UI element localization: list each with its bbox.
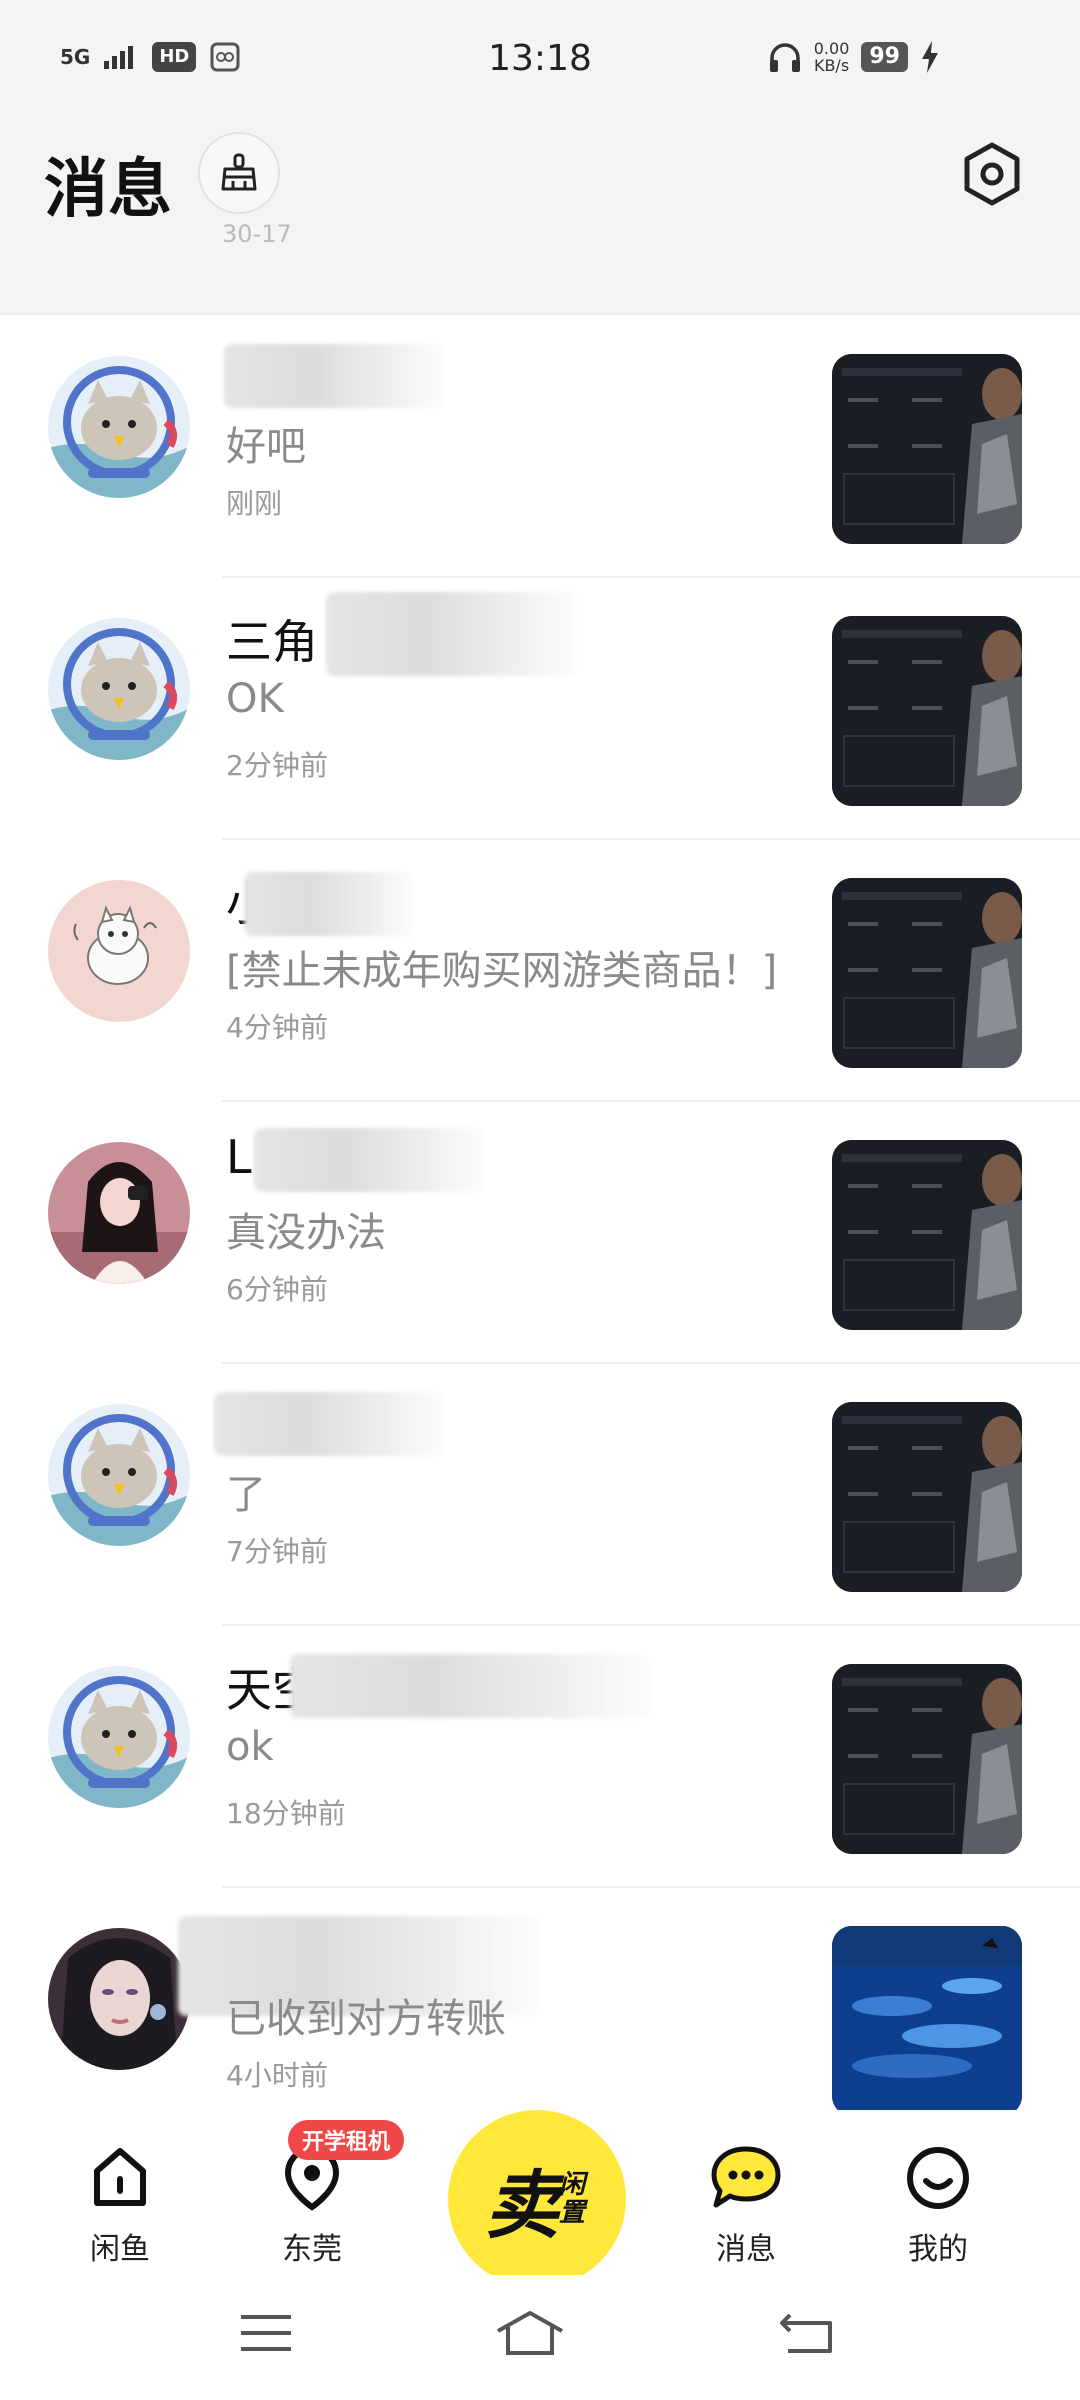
sell-label: 卖 (485, 2162, 559, 2249)
last-message: ok (226, 1724, 274, 1770)
conversation-item[interactable]: 好吧 刚刚 (0, 316, 1080, 578)
home-system-button[interactable] (490, 2303, 570, 2363)
page-title: 消息 (44, 153, 172, 227)
item-thumbnail (832, 878, 1022, 1068)
back-system-button[interactable] (766, 2303, 846, 2363)
conversation-item[interactable]: 三角 OK 2分钟前 (0, 578, 1080, 840)
item-thumbnail (832, 1140, 1022, 1330)
privacy-blur (290, 1654, 650, 1718)
house-outline-icon (497, 2311, 563, 2355)
back-arrow-icon (780, 2313, 832, 2353)
conversation-item[interactable]: L 真没办法 6分钟前 (0, 1102, 1080, 1364)
message-time: 4分钟前 (226, 1011, 328, 1044)
scrolled-partial-text: 30-17 (222, 220, 292, 248)
item-thumbnail (832, 616, 1022, 806)
last-message: [禁止未成年购买网游类商品！] (226, 948, 778, 994)
message-time: 6分钟前 (226, 1273, 328, 1306)
headphones-icon (769, 43, 800, 72)
message-time: 2分钟前 (226, 749, 328, 782)
menu-lines-icon (241, 2315, 291, 2351)
sell-sub-label: 闲置 (559, 2170, 586, 2228)
user-photo-avatar (48, 1142, 190, 1284)
broom-icon (221, 153, 257, 191)
sketch-cat-avatar (48, 880, 190, 1022)
nav-mine[interactable]: 我的 (878, 2138, 998, 2268)
cat-astronaut-avatar (48, 356, 190, 498)
nav-messages[interactable]: 消息 (686, 2138, 806, 2268)
privacy-blur (244, 872, 414, 936)
privacy-blur (326, 592, 576, 676)
network-speed: 0.00 KB/s (813, 39, 850, 75)
nav-messages-label: 消息 (716, 2232, 776, 2267)
settings-button[interactable] (956, 138, 1028, 210)
conversation-name: 三角 (226, 615, 318, 669)
status-right: 0.00 KB/s 99 (768, 40, 940, 74)
recent-apps-button[interactable] (226, 2303, 306, 2363)
conversation-item[interactable]: 小猫 [禁止未成年购买网游类商品！] 4分钟前 (0, 840, 1080, 1102)
conversation-name: L (226, 1130, 252, 1184)
item-thumbnail (832, 1664, 1022, 1854)
last-message: 好吧 (226, 424, 306, 470)
sell-button[interactable]: 卖 闲置 (448, 2110, 626, 2288)
item-thumbnail (832, 1926, 1022, 2116)
privacy-blur (254, 1128, 484, 1192)
messages-header: 消息 30-17 (0, 120, 1080, 315)
nav-city-label: 东莞 (282, 2232, 342, 2267)
charging-bolt-icon (922, 41, 938, 73)
bottom-navigation: 闲鱼 东莞 开学租机 卖 闲置 消息 我的 (0, 2110, 1080, 2288)
item-thumbnail (832, 1402, 1022, 1592)
message-time: 4小时前 (226, 2059, 328, 2092)
home-icon (94, 2148, 146, 2206)
nav-home[interactable]: 闲鱼 (60, 2138, 180, 2268)
last-message: 已收到对方转账 (226, 1996, 506, 2042)
last-message: OK (226, 676, 284, 722)
message-time: 7分钟前 (226, 1535, 328, 1568)
conversation-item[interactable]: 天空 ok 18分钟前 (0, 1626, 1080, 1888)
cat-astronaut-avatar (48, 618, 190, 760)
nav-home-label: 闲鱼 (90, 2232, 150, 2267)
message-time: 刚刚 (226, 487, 283, 520)
last-message: 了 (226, 1472, 266, 1518)
privacy-blur (214, 1392, 444, 1456)
user-photo-avatar (48, 1928, 190, 2070)
nav-mine-label: 我的 (908, 2232, 968, 2267)
conversation-item[interactable]: 了 7分钟前 (0, 1364, 1080, 1626)
clear-unread-button[interactable] (198, 132, 280, 214)
last-message: 真没办法 (226, 1210, 386, 1256)
smiley-profile-icon (907, 2147, 969, 2209)
message-time: 18分钟前 (226, 1797, 346, 1830)
conversation-list: 好吧 刚刚 三角 OK 2分钟前 [禁止未成年购买网游类商品！] 4分钟前 L … (0, 316, 1080, 2150)
chat-bubble-icon (711, 2146, 781, 2208)
battery-level: 99 (861, 42, 908, 72)
status-bar: 5G HD 13:18 0.00 KB/s 99 (0, 0, 1080, 120)
item-thumbnail (832, 354, 1022, 544)
system-navigation-bar (0, 2275, 1080, 2400)
cat-astronaut-avatar (48, 1666, 190, 1808)
rental-promo-badge: 开学租机 (288, 2120, 405, 2160)
settings-hexagon-icon (964, 142, 1020, 206)
privacy-blur (224, 344, 444, 408)
cat-astronaut-avatar (48, 1404, 190, 1546)
